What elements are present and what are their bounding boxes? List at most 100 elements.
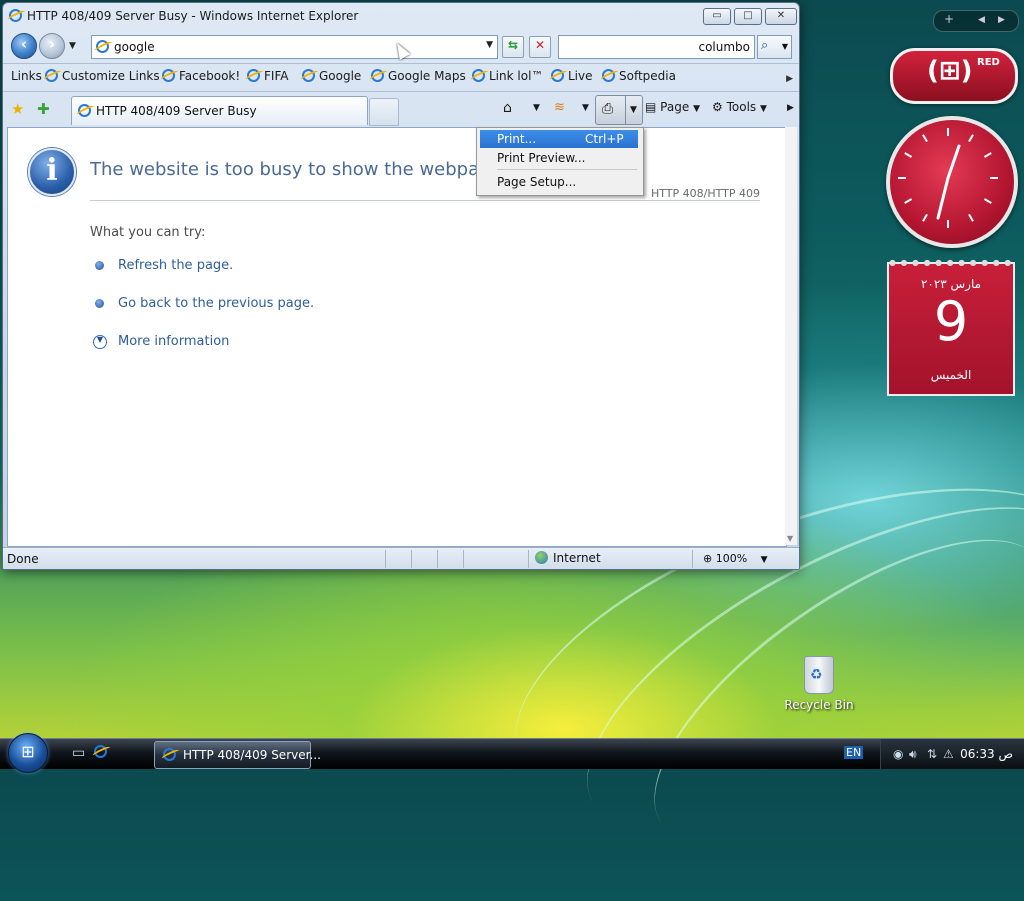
menu-item-page-setup[interactable]: Page Setup... <box>480 173 638 191</box>
status-divider <box>385 550 386 568</box>
link-customize-links[interactable]: Customize Links <box>45 69 160 83</box>
ie-window: HTTP 408/409 Server Busy - Windows Inter… <box>2 2 800 570</box>
link-label: Live <box>568 69 593 83</box>
calendar-rings: ● ● ● ● ● ● ● ● ● ● ● ● ● ● ● <box>889 258 1013 266</box>
ie-logo-icon <box>9 9 22 22</box>
ie-logo-icon <box>94 745 107 758</box>
tools-menu-dropdown-icon: ▼ <box>759 104 767 114</box>
scroll-down-arrow-icon[interactable]: ▼ <box>787 534 793 543</box>
zoom-control[interactable]: ⊕ 100% ▼ <box>703 552 768 565</box>
add-to-favorites-icon[interactable]: ✚ <box>37 100 50 118</box>
security-zone[interactable]: Internet <box>535 551 601 565</box>
tools-menu-button[interactable]: ⚙ Tools ▼ <box>712 100 767 114</box>
print-button[interactable]: ⎙ ▼ <box>595 95 643 125</box>
product-red-gadget[interactable]: (⊞) RED <box>890 48 1018 104</box>
forward-button[interactable]: › <box>39 33 65 59</box>
refresh-button[interactable]: ⇆ <box>502 36 524 58</box>
expand-chevron-icon[interactable]: ▼ <box>93 335 107 349</box>
home-icon[interactable]: ⌂ <box>503 100 512 116</box>
show-desktop-icon[interactable]: ▭ <box>72 745 85 761</box>
calendar-gadget[interactable]: ● ● ● ● ● ● ● ● ● ● ● ● ● ● ● مارس ٢٠٢٣ … <box>887 258 1015 396</box>
status-divider <box>528 550 529 568</box>
recycle-bin-desktop-icon[interactable]: Recycle Bin <box>778 656 860 712</box>
zone-label: Internet <box>553 551 601 565</box>
status-bar: Done Internet ⊕ 100% ▼ <box>3 547 799 569</box>
language-indicator[interactable]: EN <box>844 746 864 759</box>
print-dropdown-icon[interactable]: ▼ <box>630 105 637 115</box>
volume-icon[interactable]: 🔊︎ <box>909 747 917 762</box>
alert-icon[interactable]: ⚠︎ <box>943 747 954 761</box>
add-gadget-icon[interactable]: + <box>944 12 954 26</box>
feeds-icon[interactable]: ≋ <box>554 100 565 115</box>
feeds-dropdown-icon[interactable]: ▼ <box>582 103 589 113</box>
taskbar-button-label: HTTP 408/409 Server... <box>183 748 321 762</box>
previous-gadgets-icon[interactable]: ◀ <box>978 15 985 25</box>
link-label: FIFA <box>264 69 289 83</box>
link-google-maps[interactable]: Google Maps <box>371 69 466 83</box>
maximize-button[interactable]: □ <box>734 8 762 25</box>
new-tab-button[interactable] <box>369 98 399 126</box>
maximize-icon: □ <box>743 10 753 21</box>
clock-gadget[interactable] <box>886 116 1018 248</box>
zoom-magnifier-icon: ⊕ <box>703 552 713 565</box>
address-bar[interactable]: google ▼ <box>91 35 498 59</box>
search-button[interactable]: ⌕ <box>757 35 781 59</box>
start-button[interactable]: ⊞ <box>8 733 48 773</box>
red-label: RED <box>977 57 1000 68</box>
link-link-lol[interactable]: Link lol™ <box>472 69 543 83</box>
refresh-page-link[interactable]: Refresh the page. <box>118 258 233 273</box>
search-options-dropdown-icon[interactable]: ▼ <box>779 35 792 59</box>
windows-logo-icon: (⊞) <box>927 56 973 86</box>
page-content: i The website is too busy to show the we… <box>7 127 787 547</box>
sidebar-controls: + ◀ ▶ <box>933 10 1019 32</box>
status-divider <box>437 550 438 568</box>
more-commands-chevron-icon[interactable]: ▶ <box>787 103 794 113</box>
search-box[interactable]: columbo <box>558 35 755 59</box>
link-google[interactable]: Google <box>302 69 361 83</box>
more-information-link[interactable]: More information <box>118 334 229 349</box>
next-gadgets-icon[interactable]: ▶ <box>998 15 1005 25</box>
link-softpedia[interactable]: Softpedia <box>602 69 676 83</box>
stop-button[interactable]: ✕ <box>529 36 551 58</box>
home-dropdown-icon[interactable]: ▼ <box>533 103 540 113</box>
back-button[interactable]: ‹ <box>11 33 37 59</box>
recycle-bin-icon <box>804 656 834 694</box>
page-menu-button[interactable]: ▤ Page ▼ <box>645 100 700 114</box>
menu-item-print[interactable]: Print... Ctrl+P <box>480 130 638 148</box>
taskbar: ⊞ ▭ HTTP 408/409 Server... EN ◉ 🔊︎ ⇅ ⚠︎ … <box>0 733 1024 773</box>
close-button[interactable]: ✕ <box>765 8 797 25</box>
search-input[interactable]: columbo <box>698 40 750 54</box>
info-icon: i <box>28 148 76 196</box>
links-bar: Links Customize Links Facebook! FIFA Goo… <box>3 63 799 90</box>
quick-launch-ie[interactable] <box>94 745 107 762</box>
title-bar[interactable]: HTTP 408/409 Server Busy - Windows Inter… <box>3 3 799 29</box>
menu-item-print-preview[interactable]: Print Preview... <box>480 149 638 167</box>
vertical-scrollbar[interactable]: ▼ <box>785 127 797 545</box>
link-facebook[interactable]: Facebook! <box>162 69 240 83</box>
address-input[interactable]: google <box>114 40 155 54</box>
minimize-button[interactable]: ▭ <box>703 8 731 25</box>
internet-globe-icon <box>535 551 548 564</box>
link-page-icon <box>162 69 175 82</box>
more-links-chevron-icon[interactable]: ▶ <box>786 74 793 84</box>
tab-http-408-409[interactable]: HTTP 408/409 Server Busy <box>71 96 368 125</box>
print-dropdown-menu: Print... Ctrl+P Print Preview... Page Se… <box>476 127 644 196</box>
page-menu-icon: ▤ <box>645 100 657 114</box>
favorites-center-star-icon[interactable]: ★ <box>11 100 24 118</box>
link-live[interactable]: Live <box>551 69 593 83</box>
forward-arrow-icon: › <box>48 35 56 53</box>
network-icon[interactable]: ⇅ <box>927 747 937 761</box>
tab-page-icon <box>78 104 91 117</box>
link-fifa[interactable]: FIFA <box>247 69 288 83</box>
taskbar-clock[interactable]: 06:33 ص <box>960 747 1013 761</box>
taskbar-ie-window-button[interactable]: HTTP 408/409 Server... <box>154 741 321 769</box>
calendar-day: 9 <box>933 290 969 353</box>
link-page-icon <box>371 69 384 82</box>
calendar-weekday: الخميس <box>930 368 972 382</box>
address-dropdown-icon[interactable]: ▼ <box>486 40 493 50</box>
page-menu-dropdown-icon: ▼ <box>693 104 700 114</box>
tray-status-icon[interactable]: ◉ <box>893 747 903 761</box>
recent-pages-dropdown-icon[interactable]: ▼ <box>69 41 76 51</box>
go-back-link[interactable]: Go back to the previous page. <box>118 296 314 311</box>
menu-item-label: Print Preview... <box>497 151 586 165</box>
